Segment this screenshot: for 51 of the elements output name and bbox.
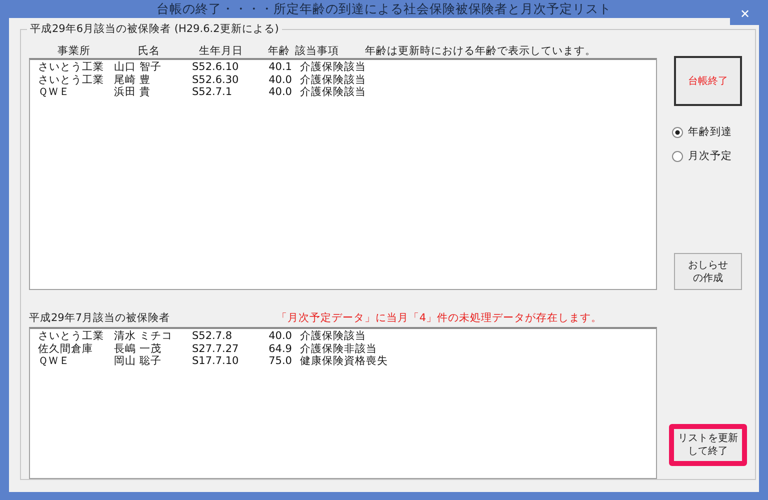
table-cell-text: S52.7.1 [192, 86, 234, 98]
section-title: 平成29年7月該当の被保険者 [29, 311, 170, 325]
radio-label: 年齢到達 [688, 125, 732, 139]
note-text: 年齢は更新時における年齢で表示しています。 [365, 44, 596, 58]
table-cell-text: 介護保険非該当 [300, 342, 378, 355]
end-ledger-button[interactable]: 台帳終了 [674, 56, 742, 106]
table-cell-text: 介護保険該当 [300, 60, 367, 74]
table-cell-text: 64.9 [268, 342, 293, 355]
table-cell-text: ＱＷＥ [38, 85, 71, 100]
window-title: 台帳の終了・・・・所定年齢の到達による社会保険被保険者と月次予定リスト [156, 0, 612, 18]
update-button[interactable]: リストを更新 して終了 [669, 424, 747, 466]
table-cell-text: S52.7.8 [192, 330, 234, 342]
table-cell-text: さいとう工業 [38, 72, 105, 87]
table-cell-text: S27.7.27 [192, 342, 240, 355]
table-cell-text: 佐久間倉庫 [38, 342, 94, 356]
table-cell-text: 40.0 [268, 330, 293, 342]
insured-list[interactable]: さいとう工業 清水 ミチコ S52.7.8 40.0 介護保険該当 佐久間倉庫 長嶋 一茂 S27.7.27 64.9 介護保険非該当 ＱＷＥ 岡山 聡子 S17.7.10 75.0 健康保険資格喪失 [29, 327, 657, 479]
column-header: 氏名 [137, 44, 161, 58]
table-cell-text: S17.7.10 [192, 355, 240, 368]
notice-button[interactable]: おしらせ の作成 [674, 253, 742, 290]
table-cell-text: 健康保険資格喪失 [300, 354, 389, 368]
column-header: 事業所 [56, 44, 92, 58]
table-cell-text: 岡山 聡子 [114, 354, 162, 368]
table-cell-text: 山口 智子 [114, 60, 162, 74]
radio-option[interactable]: 月次予定 [672, 144, 744, 168]
radio-icon[interactable] [672, 150, 683, 162]
table-cell-text: さいとう工業 [38, 329, 105, 343]
table-cell-text: 介護保険該当 [300, 329, 367, 343]
column-header: 年齢 [267, 44, 291, 58]
radio-option[interactable]: 年齢到達 [672, 120, 744, 144]
group-title: 平成29年6月該当の被保険者 (H29.6.2更新による) [27, 22, 282, 36]
table-cell-text: さいとう工業 [38, 60, 105, 74]
table-cell-text: S52.6.30 [192, 74, 240, 86]
table-cell-text: 尾崎 豊 [114, 72, 152, 86]
table-cell-text: 長嶋 一茂 [114, 342, 162, 355]
table-cell-text: 40.1 [268, 61, 293, 74]
table-cell-text: 40.0 [268, 86, 293, 98]
radio-icon[interactable] [672, 126, 683, 138]
table-cell-text: S52.6.10 [192, 61, 240, 74]
table-cell-text: 浜田 貴 [114, 85, 152, 100]
table-cell-text: 40.0 [268, 74, 293, 86]
table-cell-text: 75.0 [268, 355, 293, 368]
warning-text: 「月次予定データ」に当月「4」件の未処理データが存在します。 [276, 311, 602, 325]
insured-list[interactable]: さいとう工業 山口 智子 S52.6.10 40.1 介護保険該当 さいとう工業 尾崎 豊 S52.6.30 40.0 介護保険該当 ＱＷＥ 浜田 貴 S52.7.1 40.0 介護保険該当 [29, 58, 657, 290]
table-cell-text: ＱＷＥ [38, 354, 71, 368]
table-cell-text: 介護保険該当 [300, 72, 367, 86]
table-cell-text: 清水 ミチコ [114, 329, 174, 343]
column-header: 該当事項 [295, 44, 340, 58]
table-cell-text: 介護保険該当 [300, 85, 367, 100]
radio-label: 月次予定 [688, 149, 732, 163]
column-header: 生年月日 [198, 44, 244, 58]
